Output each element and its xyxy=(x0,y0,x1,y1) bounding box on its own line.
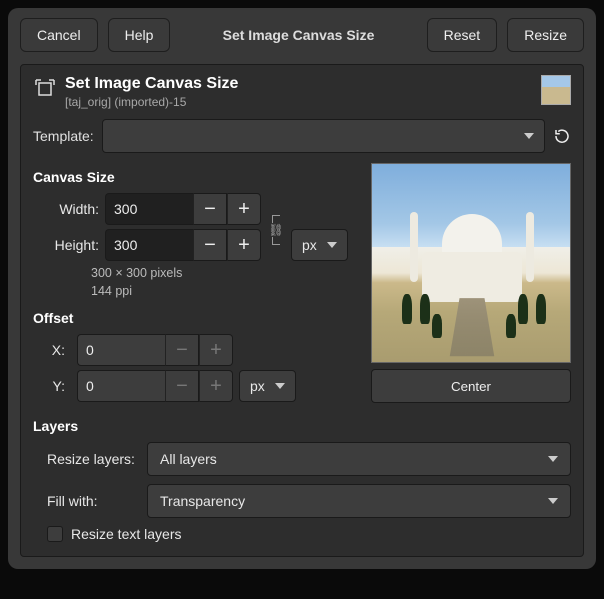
chevron-down-icon xyxy=(275,383,285,389)
fill-with-value: Transparency xyxy=(160,493,245,509)
resize-layers-label: Resize layers: xyxy=(47,451,139,467)
center-button[interactable]: Center xyxy=(371,369,571,403)
canvas-dimensions-readout: 300 × 300 pixels xyxy=(91,265,351,283)
template-label: Template: xyxy=(33,128,94,144)
dialog-content: Set Image Canvas Size [taj_orig] (import… xyxy=(20,64,584,557)
chevron-down-icon xyxy=(327,242,337,248)
help-button[interactable]: Help xyxy=(108,18,171,52)
chevron-down-icon xyxy=(548,456,558,462)
resize-button[interactable]: Resize xyxy=(507,18,584,52)
offset-y-decrement-button[interactable]: − xyxy=(165,370,199,402)
resize-layers-select[interactable]: All layers xyxy=(147,442,571,476)
resize-text-layers-checkbox[interactable] xyxy=(47,526,63,542)
layers-section-title: Layers xyxy=(33,418,571,434)
chain-icon: ⛓ xyxy=(268,223,283,237)
chevron-down-icon xyxy=(524,133,534,139)
offset-y-label: Y: xyxy=(47,378,71,394)
fill-with-label: Fill with: xyxy=(47,493,139,509)
canvas-unit-select[interactable]: px xyxy=(291,229,348,261)
template-select[interactable] xyxy=(102,119,545,153)
dialog-title: Set Image Canvas Size xyxy=(180,27,416,43)
canvas-preview[interactable] xyxy=(371,163,571,363)
height-label: Height: xyxy=(47,237,105,253)
canvas-unit-value: px xyxy=(302,237,317,253)
chevron-down-icon xyxy=(548,498,558,504)
reset-template-icon[interactable] xyxy=(553,127,571,145)
resize-text-layers-label: Resize text layers xyxy=(71,526,181,542)
height-input[interactable] xyxy=(105,229,193,261)
resize-layers-value: All layers xyxy=(160,451,217,467)
offset-x-decrement-button[interactable]: − xyxy=(165,334,199,366)
offset-y-increment-button[interactable]: + xyxy=(199,370,233,402)
offset-x-label: X: xyxy=(47,342,71,358)
offset-x-input[interactable] xyxy=(77,334,165,366)
reset-button[interactable]: Reset xyxy=(427,18,498,52)
offset-section-title: Offset xyxy=(33,310,351,326)
width-input[interactable] xyxy=(105,193,193,225)
offset-unit-value: px xyxy=(250,378,265,394)
fill-with-select[interactable]: Transparency xyxy=(147,484,571,518)
width-decrement-button[interactable]: − xyxy=(193,193,227,225)
canvas-size-section-title: Canvas Size xyxy=(33,169,351,185)
offset-unit-select[interactable]: px xyxy=(239,370,296,402)
height-increment-button[interactable]: + xyxy=(227,229,261,261)
width-increment-button[interactable]: + xyxy=(227,193,261,225)
aspect-link-toggle[interactable]: ⛓ xyxy=(267,213,285,245)
cancel-button[interactable]: Cancel xyxy=(20,18,98,52)
dialog-titlebar: Cancel Help Set Image Canvas Size Reset … xyxy=(20,18,584,52)
image-thumbnail-small xyxy=(541,75,571,105)
header-title: Set Image Canvas Size xyxy=(65,75,533,93)
width-label: Width: xyxy=(47,201,105,217)
height-decrement-button[interactable]: − xyxy=(193,229,227,261)
header-subtitle: [taj_orig] (imported)-15 xyxy=(65,95,533,109)
offset-y-input[interactable] xyxy=(77,370,165,402)
canvas-resize-icon xyxy=(33,77,57,101)
offset-x-increment-button[interactable]: + xyxy=(199,334,233,366)
canvas-ppi-readout: 144 ppi xyxy=(91,283,351,301)
